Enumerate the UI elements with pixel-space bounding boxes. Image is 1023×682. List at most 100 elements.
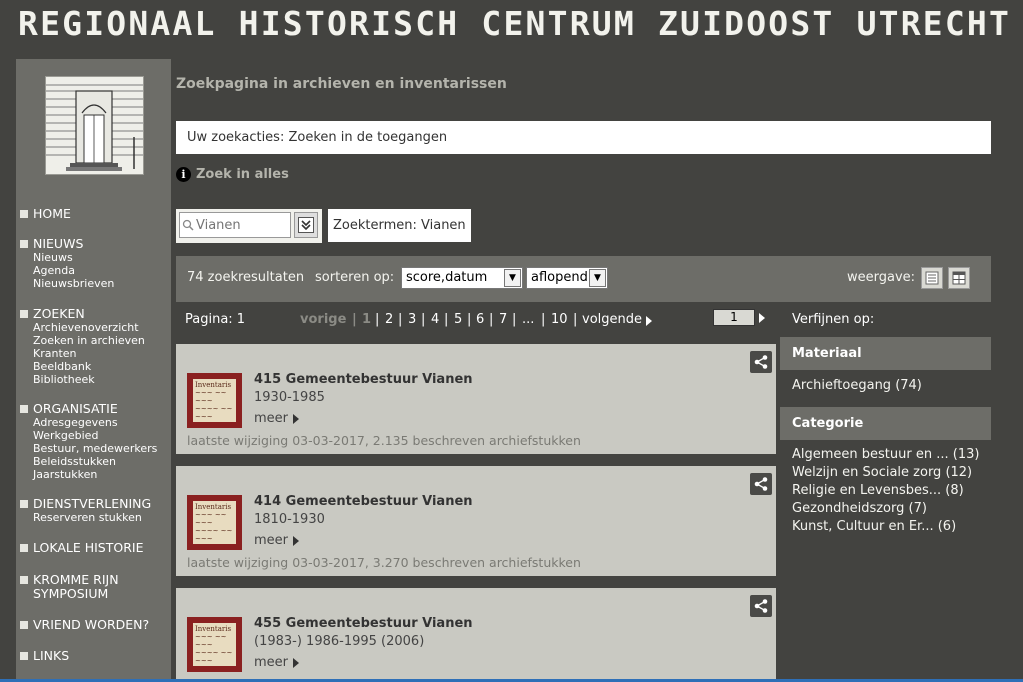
page-sep: | (375, 312, 380, 327)
bullet-icon (20, 621, 28, 629)
facet-item[interactable]: Archieftoegang (74) (792, 377, 991, 395)
search-input[interactable] (194, 217, 290, 233)
result-card[interactable]: Inventaris ~~~ ~~ ~~~ ~~~~ ~~ ~~~ 414 Ge… (176, 466, 776, 576)
nav-vriend-worden[interactable]: VRIEND WORDEN? (20, 618, 170, 632)
nav-lokale-label[interactable]: LOKALE HISTORIE (33, 541, 144, 555)
search-options-button[interactable] (294, 212, 318, 238)
nav-lokale-historie[interactable]: LOKALE HISTORIE (20, 541, 170, 555)
bullet-icon (20, 652, 28, 660)
share-icon (754, 477, 768, 491)
prev-link[interactable]: vorige (300, 312, 346, 327)
nav-sub-werkgebied[interactable]: Werkgebied (33, 429, 170, 442)
share-button[interactable] (750, 351, 772, 373)
nav-zoeken[interactable]: ZOEKEN Archievenoverzicht Zoeken in arch… (20, 307, 170, 386)
nav-kromme-rijn[interactable]: KROMME RIJN SYMPOSIUM (20, 573, 170, 601)
nav-zoeken-label[interactable]: ZOEKEN (33, 307, 85, 321)
archive-thumbnail: Inventaris ~~~ ~~ ~~~ ~~~~ ~~ ~~~ (187, 495, 242, 550)
page-number-input[interactable]: 1 (713, 309, 755, 326)
nav-links[interactable]: LINKS (20, 649, 170, 663)
caret-right-icon (293, 535, 300, 546)
share-button[interactable] (750, 473, 772, 495)
page-link-4[interactable]: 4 (431, 312, 439, 327)
nav-sub-bibliotheek[interactable]: Bibliotheek (33, 373, 170, 386)
page-link-5[interactable]: 5 (454, 312, 462, 327)
result-title[interactable]: 414 Gemeentebestuur Vianen (254, 494, 473, 509)
nav-sub-archievenoverzicht[interactable]: Archievenoverzicht (33, 321, 170, 334)
facet-item[interactable]: Welzijn en Sociale zorg (12) (792, 464, 991, 482)
meer-label[interactable]: meer (254, 655, 288, 670)
page-label: Pagina: 1 (185, 312, 246, 327)
page-ellipsis: ... (522, 312, 535, 327)
sort-order-value: aflopend (531, 270, 588, 285)
nav-vriend-label[interactable]: VRIEND WORDEN? (33, 618, 149, 632)
page-link-6[interactable]: 6 (476, 312, 484, 327)
nav-sub-adresgegevens[interactable]: Adresgegevens (33, 416, 170, 429)
table-view-button[interactable] (948, 267, 970, 289)
caret-right-icon (293, 413, 300, 424)
nav-sub-beleidsstukken[interactable]: Beleidsstukken (33, 455, 170, 468)
share-button[interactable] (750, 595, 772, 617)
nav-dienstverlening-label[interactable]: DIENSTVERLENING (33, 497, 151, 511)
bullet-icon (20, 210, 28, 218)
result-card[interactable]: Inventaris ~~~ ~~ ~~~ ~~~~ ~~ ~~~ 415 Ge… (176, 344, 776, 454)
pagination: Pagina: 1 vorige | 1 | 2 | 3 | 4 | 5 | 6… (176, 312, 776, 330)
nav-nieuws[interactable]: NIEUWS Nieuws Agenda Nieuwsbrieven (20, 237, 170, 290)
logo[interactable] (45, 76, 144, 175)
nav-sub-agenda[interactable]: Agenda (33, 264, 170, 277)
site-title: REGIONAAL HISTORISCH CENTRUM ZUIDOOST UT… (18, 4, 1012, 43)
nav-kromme-label[interactable]: KROMME RIJN SYMPOSIUM (33, 573, 143, 601)
nav-sub-zoeken-in-archieven[interactable]: Zoeken in archieven (33, 334, 170, 347)
meer-link[interactable]: meer (254, 411, 300, 426)
meer-label[interactable]: meer (254, 533, 288, 548)
facet-item[interactable]: Gezondheidszorg (7) (792, 500, 991, 518)
result-title[interactable]: 415 Gemeentebestuur Vianen (254, 372, 473, 387)
nav-nieuws-label[interactable]: NIEUWS (33, 237, 83, 251)
result-modified: laatste wijziging 03-03-2017, 3.270 besc… (187, 555, 581, 570)
nav-home[interactable]: HOME (20, 207, 170, 221)
nav-sub-nieuws[interactable]: Nieuws (33, 251, 170, 264)
facet-item[interactable]: Religie en Levensbes... (8) (792, 482, 991, 500)
page-sep: | (444, 312, 449, 327)
nav-home-label[interactable]: HOME (33, 207, 71, 221)
view-label: weergave: (847, 270, 916, 285)
next-link[interactable]: volgende (582, 312, 642, 327)
building-logo-icon (46, 77, 143, 174)
meer-label[interactable]: meer (254, 411, 288, 426)
nav-sub-bestuur[interactable]: Bestuur, medewerkers (33, 442, 170, 455)
nav-sub-reserveren[interactable]: Reserveren stukken (33, 511, 170, 524)
zoek-in-alles-link[interactable]: i Zoek in alles (176, 167, 289, 182)
sort-order-select[interactable]: aflopend ▼ (526, 267, 608, 289)
categorie-heading: Categorie (780, 407, 991, 440)
result-title[interactable]: 455 Gemeentebestuur Vianen (254, 616, 473, 631)
nav-organisatie[interactable]: ORGANISATIE Adresgegevens Werkgebied Bes… (20, 402, 170, 481)
sort-field-select[interactable]: score,datum ▼ (401, 267, 523, 289)
nav-sub-beeldbank[interactable]: Beeldbank (33, 360, 170, 373)
zoek-in-alles-label[interactable]: Zoek in alles (196, 167, 289, 182)
sort-field-value: score,datum (406, 270, 488, 285)
page-sep: | (467, 312, 472, 327)
nav-sub-kranten[interactable]: Kranten (33, 347, 170, 360)
nav-organisatie-label[interactable]: ORGANISATIE (33, 402, 118, 416)
nav-sub-jaarstukken[interactable]: Jaarstukken (33, 468, 170, 481)
bullet-icon (20, 544, 28, 552)
nav-sub-nieuwsbrieven[interactable]: Nieuwsbrieven (33, 277, 170, 290)
chevron-down-icon: ▼ (589, 269, 606, 287)
document-scan-icon: Inventaris ~~~ ~~ ~~~ ~~~~ ~~ ~~~ (193, 501, 236, 544)
page-link-10[interactable]: 10 (551, 312, 568, 327)
bullet-icon (20, 310, 28, 318)
list-view-button[interactable] (921, 267, 943, 289)
facet-item[interactable]: Kunst, Cultuur en Er... (6) (792, 518, 991, 536)
page-go-arrow-icon[interactable] (759, 313, 765, 323)
page-link-2[interactable]: 2 (385, 312, 393, 327)
facet-item[interactable]: Algemeen bestuur en ... (13) (792, 446, 991, 464)
page-link-3[interactable]: 3 (408, 312, 416, 327)
sort-label: sorteren op: (315, 270, 395, 285)
page-link-1[interactable]: 1 (362, 312, 371, 327)
result-card[interactable]: Inventaris ~~~ ~~ ~~~ ~~~~ ~~ ~~~ 455 Ge… (176, 588, 776, 682)
search-input-wrapper[interactable] (179, 212, 291, 238)
nav-links-label[interactable]: LINKS (33, 649, 69, 663)
meer-link[interactable]: meer (254, 533, 300, 548)
nav-dienstverlening[interactable]: DIENSTVERLENING Reserveren stukken (20, 497, 170, 524)
meer-link[interactable]: meer (254, 655, 300, 670)
page-link-7[interactable]: 7 (499, 312, 507, 327)
